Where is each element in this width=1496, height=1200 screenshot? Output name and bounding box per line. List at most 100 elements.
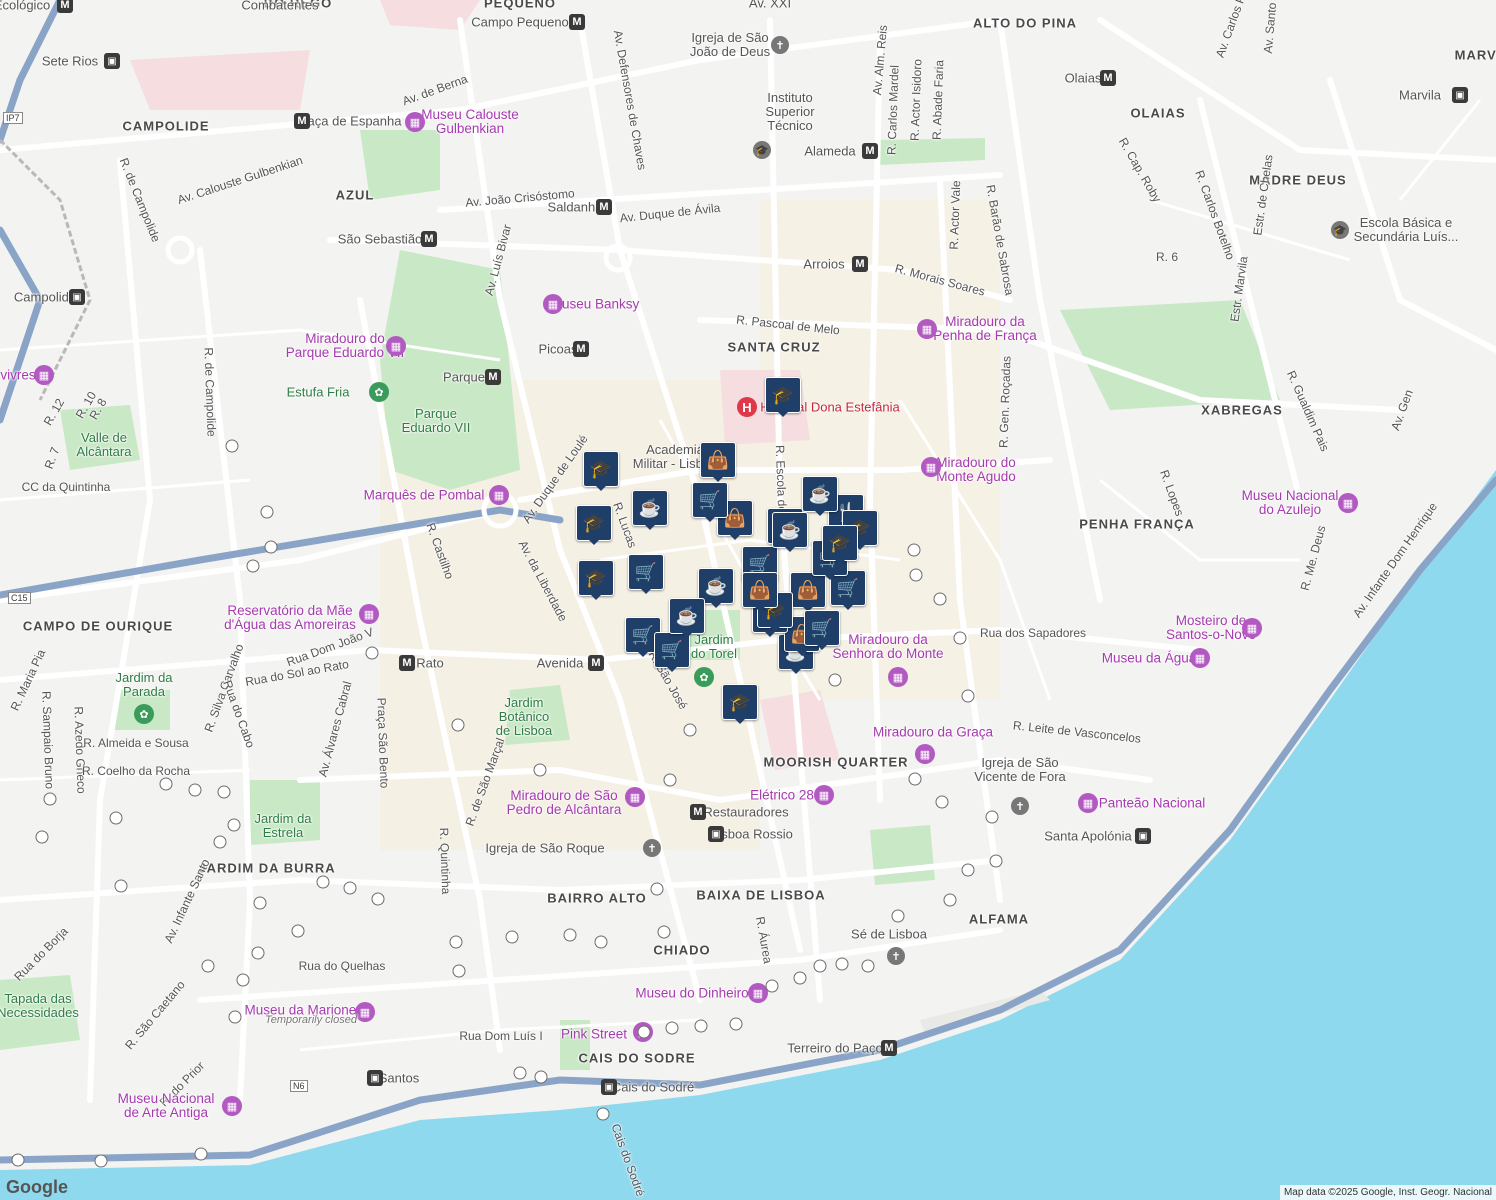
place-label-miradouro-da-graca[interactable]: Miradouro da Graça: [873, 725, 993, 740]
bus-stop-icon[interactable]: [835, 957, 849, 971]
place-label-miradouro-do-monte-agudo[interactable]: Miradouro do Monte Agudo: [936, 456, 1016, 484]
school-marker[interactable]: 🎓: [722, 684, 758, 724]
school-marker[interactable]: 🎓: [765, 377, 801, 417]
school-icon[interactable]: 🎓: [753, 141, 771, 159]
bus-stop-icon[interactable]: [246, 559, 260, 573]
bus-stop-icon[interactable]: [793, 971, 807, 985]
metro-icon[interactable]: M: [1100, 70, 1116, 86]
place-label-temporarily-closed[interactable]: Temporarily closed: [265, 1014, 357, 1026]
metro-icon[interactable]: M: [881, 1040, 897, 1056]
place-label-eletrico-28[interactable]: Elétrico 28: [750, 788, 814, 803]
museum-icon[interactable]: ▦: [915, 744, 935, 764]
bus-stop-icon[interactable]: [729, 1017, 743, 1031]
bus-stop-icon[interactable]: [43, 792, 57, 806]
museum-icon[interactable]: ▦: [1078, 793, 1098, 813]
bus-stop-icon[interactable]: [365, 646, 379, 660]
place-label-arroios[interactable]: Arroios: [803, 257, 844, 272]
train-icon[interactable]: ▣: [367, 1070, 383, 1086]
place-label-valle-de-alcantara[interactable]: Valle de Alcântara: [77, 431, 132, 459]
bus-stop-icon[interactable]: [594, 935, 608, 949]
museum-icon[interactable]: ▦: [888, 667, 908, 687]
place-label-escola-basica-e-secundaria-luis[interactable]: Escola Básica e Secundária Luís...: [1354, 216, 1459, 244]
bus-stop-icon[interactable]: [563, 928, 577, 942]
bus-stop-icon[interactable]: [371, 892, 385, 906]
bus-stop-icon[interactable]: [765, 979, 779, 993]
place-label-tapada-das-necessidades[interactable]: Tapada das Necessidades: [0, 992, 79, 1020]
metro-icon[interactable]: M: [421, 231, 437, 247]
place-label-igreja-de-sao-vicente-de-fora[interactable]: Igreja de São Vicente de Fora: [974, 756, 1066, 784]
bus-stop-icon[interactable]: [650, 882, 664, 896]
bus-stop-icon[interactable]: [861, 959, 875, 973]
church-icon[interactable]: ✝: [643, 839, 661, 857]
bus-stop-icon[interactable]: [989, 854, 1003, 868]
place-label-museu-do-dinheiro[interactable]: Museu do Dinheiro: [635, 986, 748, 1001]
bus-stop-icon[interactable]: [961, 863, 975, 877]
place-label-parque[interactable]: Parque: [443, 370, 485, 385]
train-icon[interactable]: ▣: [601, 1079, 617, 1095]
bus-stop-icon[interactable]: [201, 959, 215, 973]
place-label-miradouro-de-sao-pedro-de-alcantara[interactable]: Miradouro de São Pedro de Alcântara: [507, 789, 622, 817]
coffee-marker[interactable]: ☕: [772, 512, 808, 552]
bus-stop-icon[interactable]: [961, 689, 975, 703]
train-icon[interactable]: ▣: [1135, 828, 1151, 844]
bag-marker[interactable]: 👜: [700, 442, 736, 482]
place-label-igreja-de-sao-joao-de-deus[interactable]: Igreja de São João de Deus: [690, 31, 770, 59]
bus-stop-icon[interactable]: [943, 893, 957, 907]
place-label-museu-calouste-gulbenkian[interactable]: Museu Calouste Gulbenkian: [421, 108, 519, 136]
bus-stop-icon[interactable]: [657, 925, 671, 939]
hospital-icon[interactable]: H: [737, 397, 757, 417]
place-label-restauradores[interactable]: Restauradores: [703, 805, 788, 820]
place-label-estufa-fria[interactable]: Estufa Fria: [287, 385, 350, 400]
place-label-marvila[interactable]: Marvila: [1399, 88, 1441, 103]
museum-icon[interactable]: ▦: [625, 787, 645, 807]
place-label-museu-nacional-do-azulejo[interactable]: Museu Nacional do Azulejo: [1242, 489, 1339, 517]
train-icon[interactable]: ▣: [1452, 87, 1468, 103]
place-label-museu-da-agua[interactable]: Museu da Água: [1102, 651, 1197, 666]
place-label-sete-rios[interactable]: Sete Rios: [42, 54, 98, 69]
train-icon[interactable]: ▣: [708, 826, 724, 842]
bus-stop-icon[interactable]: [533, 763, 547, 777]
place-label-ecologico[interactable]: Ecológico: [0, 0, 50, 13]
school-marker[interactable]: 🎓: [578, 560, 614, 600]
train-icon[interactable]: ▣: [104, 53, 120, 69]
bag-marker[interactable]: 👜: [742, 572, 778, 612]
church-icon[interactable]: ✝: [771, 36, 789, 54]
bus-stop-icon[interactable]: [534, 1070, 548, 1084]
place-label-vivres[interactable]: vivres: [0, 368, 35, 383]
cart-marker[interactable]: 🛒: [628, 554, 664, 594]
metro-icon[interactable]: M: [485, 369, 501, 385]
metro-icon[interactable]: M: [596, 199, 612, 215]
bus-stop-icon[interactable]: [159, 777, 173, 791]
museum-icon[interactable]: ▦: [355, 1002, 375, 1022]
bus-stop-icon[interactable]: [188, 783, 202, 797]
metro-icon[interactable]: M: [588, 655, 604, 671]
bus-stop-icon[interactable]: [907, 543, 921, 557]
museum-icon[interactable]: ▦: [359, 604, 379, 624]
bus-stop-icon[interactable]: [35, 830, 49, 844]
cart-marker[interactable]: 🛒: [654, 632, 690, 672]
bus-stop-icon[interactable]: [227, 818, 241, 832]
place-label-jardim-da-parada[interactable]: Jardim da Parada: [115, 671, 172, 699]
place-label-praca-de-espanha[interactable]: Praça de Espanha: [295, 114, 402, 129]
school-marker[interactable]: 🎓: [583, 451, 619, 491]
bus-stop-icon[interactable]: [683, 723, 697, 737]
coffee-marker[interactable]: ☕: [632, 490, 668, 530]
bus-stop-icon[interactable]: [985, 810, 999, 824]
place-label-avenida[interactable]: Avenida: [537, 656, 584, 671]
place-label-campolide[interactable]: Campolide: [14, 290, 76, 305]
bus-stop-icon[interactable]: [909, 568, 923, 582]
bus-stop-icon[interactable]: [513, 1066, 527, 1080]
place-label-marques-de-pombal[interactable]: Marquês de Pombal: [364, 488, 485, 503]
bus-stop-icon[interactable]: [253, 896, 267, 910]
place-label-igreja-de-sao-roque[interactable]: Igreja de São Roque: [485, 841, 604, 856]
place-label-panteao-nacional[interactable]: Panteão Nacional: [1099, 796, 1206, 811]
place-label-parque-eduardo-vii[interactable]: Parque Eduardo VII: [402, 407, 471, 435]
bus-stop-icon[interactable]: [251, 946, 265, 960]
bus-stop-icon[interactable]: [260, 505, 274, 519]
park-icon[interactable]: ✿: [369, 382, 389, 402]
museum-icon[interactable]: ▦: [1242, 618, 1262, 638]
metro-icon[interactable]: M: [399, 655, 415, 671]
park-icon[interactable]: ✿: [134, 704, 154, 724]
church-icon[interactable]: ✝: [1011, 797, 1029, 815]
bus-stop-icon[interactable]: [891, 909, 905, 923]
